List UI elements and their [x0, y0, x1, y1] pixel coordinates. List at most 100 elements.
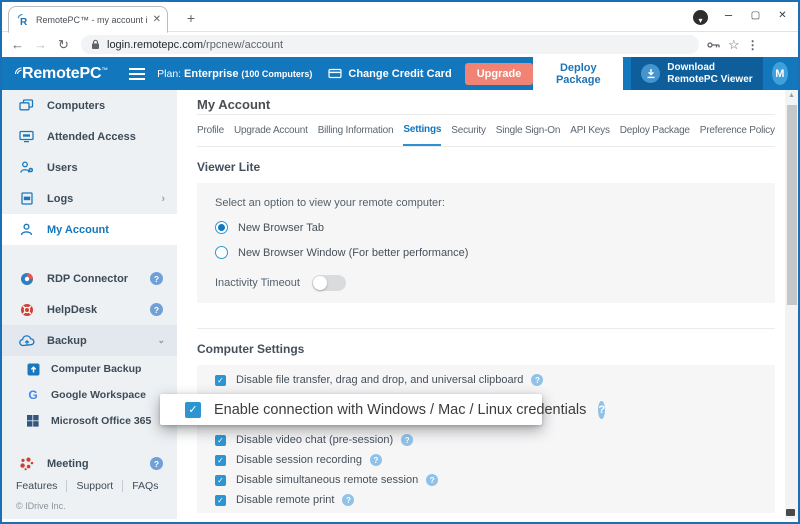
deploy-package-button[interactable]: Deploy Package: [533, 56, 623, 92]
browser-update-icon[interactable]: [693, 10, 708, 25]
helpdesk-help-icon[interactable]: [150, 303, 163, 316]
browser-tab[interactable]: R RemotePC™ - my account inform: [8, 6, 168, 33]
tab-api-keys[interactable]: API Keys: [570, 115, 610, 146]
logo-text: RemotePC: [22, 65, 101, 83]
sidebar-item-attended-access[interactable]: Attended Access: [2, 121, 177, 152]
sidebar-item-logs[interactable]: Logs: [2, 183, 177, 214]
sidebar-item-meeting[interactable]: Meeting: [2, 448, 177, 479]
account-avatar[interactable]: M: [772, 62, 788, 85]
highlighted-setting-card[interactable]: Enable connection with Windows / Mac / L…: [160, 394, 542, 425]
browser-window: R RemotePC™ - my account inform log: [0, 0, 800, 524]
reload-icon[interactable]: [52, 37, 75, 53]
helpdesk-icon: [18, 303, 35, 317]
browser-toolbar: login.remotepc.com/rpcnew/account: [2, 32, 798, 57]
change-credit-card-button[interactable]: Change Credit Card: [328, 68, 451, 80]
microsoft-icon: [26, 415, 40, 427]
rdp-connector-icon: [18, 272, 35, 286]
sidebar-footer: Features Support FAQs © IDrive Inc.: [2, 480, 177, 519]
upgrade-button[interactable]: Upgrade: [465, 63, 534, 85]
bookmark-star-icon[interactable]: [728, 37, 740, 53]
tab-billing-information[interactable]: Billing Information: [318, 115, 394, 146]
radio-selected-icon[interactable]: [215, 221, 228, 234]
tab-settings[interactable]: Settings: [403, 115, 441, 147]
radio-unselected-icon[interactable]: [215, 246, 228, 259]
remotepc-logo[interactable]: RemotePC ™: [14, 65, 108, 83]
close-button[interactable]: [769, 2, 796, 30]
sidebar-item-helpdesk[interactable]: HelpDesk: [2, 294, 177, 325]
main-content: My Account Profile Upgrade Account Billi…: [177, 90, 785, 519]
scroll-up-icon[interactable]: [785, 90, 798, 102]
sidebar-item-computer-backup[interactable]: Computer Backup: [2, 356, 177, 382]
lock-icon: [91, 39, 100, 50]
sidebar-item-microsoft-office-365[interactable]: Microsoft Office 365: [2, 408, 177, 434]
sidebar-item-rdp-connector[interactable]: RDP Connector: [2, 263, 177, 294]
features-link[interactable]: Features: [16, 480, 66, 492]
sidebar-item-my-account[interactable]: My Account: [2, 214, 177, 245]
tab-upgrade-account[interactable]: Upgrade Account: [234, 115, 308, 146]
tab-preference-policy[interactable]: Preference Policy: [700, 115, 775, 146]
radio-new-browser-window[interactable]: New Browser Window (For better performan…: [215, 246, 757, 259]
forward-icon[interactable]: [29, 37, 52, 52]
checkbox-checked-icon[interactable]: [215, 475, 226, 486]
download-viewer-button[interactable]: Download RemotePC Viewer: [631, 57, 762, 90]
tab-deploy-package[interactable]: Deploy Package: [620, 115, 690, 146]
chevron-right-icon: [161, 193, 165, 205]
checkbox-checked-icon[interactable]: [215, 495, 226, 506]
checkbox-checked-icon[interactable]: [215, 375, 226, 386]
password-key-icon[interactable]: [707, 40, 721, 50]
sidebar-item-backup[interactable]: Backup: [2, 325, 177, 356]
setting-row[interactable]: Disable video chat (pre-session): [215, 430, 757, 450]
setting-row[interactable]: Disable file transfer, drag and drop, an…: [215, 370, 757, 390]
setting-row[interactable]: Disable session recording: [215, 450, 757, 470]
page-scrollbar[interactable]: [785, 90, 798, 519]
tab-profile[interactable]: Profile: [197, 115, 224, 146]
logo-tm: ™: [101, 67, 108, 74]
minimize-button[interactable]: [715, 2, 742, 30]
rdp-help-icon[interactable]: [150, 272, 163, 285]
viewer-lite-heading: Viewer Lite: [197, 160, 775, 174]
maximize-button[interactable]: [742, 2, 769, 30]
google-icon: G: [26, 388, 40, 402]
back-icon[interactable]: [6, 37, 29, 52]
meeting-help-icon[interactable]: [150, 457, 163, 470]
setting-row[interactable]: Disable simultaneous remote session: [215, 470, 757, 490]
setting-help-icon[interactable]: [426, 474, 438, 486]
radio-new-browser-tab[interactable]: New Browser Tab: [215, 221, 757, 234]
meeting-icon: [18, 457, 35, 471]
setting-help-icon[interactable]: [401, 434, 413, 446]
window-controls: [715, 2, 796, 30]
logs-icon: [18, 192, 35, 205]
download-viewer-label: Download RemotePC Viewer: [667, 62, 752, 86]
setting-help-icon[interactable]: [531, 374, 543, 386]
checkbox-checked-icon[interactable]: [215, 435, 226, 446]
scrollbar-thumb[interactable]: [787, 105, 797, 305]
browser-menu-icon[interactable]: [747, 38, 759, 52]
chevron-down-icon: [157, 335, 165, 346]
new-tab-button[interactable]: [182, 10, 200, 28]
computer-settings-panel: Disable file transfer, drag and drop, an…: [197, 365, 775, 513]
setting-help-icon[interactable]: [598, 401, 605, 419]
menu-hamburger-icon[interactable]: [129, 68, 140, 80]
address-bar[interactable]: login.remotepc.com/rpcnew/account: [81, 35, 699, 54]
tab-security[interactable]: Security: [451, 115, 486, 146]
support-link[interactable]: Support: [67, 480, 122, 492]
account-tabs: Profile Upgrade Account Billing Informat…: [197, 115, 775, 147]
sidebar-item-google-workspace[interactable]: G Google Workspace: [2, 382, 177, 408]
setting-help-icon[interactable]: [342, 494, 354, 506]
setting-row[interactable]: Disable remote print: [215, 490, 757, 510]
checkbox-checked-icon[interactable]: [215, 455, 226, 466]
faqs-link[interactable]: FAQs: [123, 480, 167, 492]
download-icon: [641, 64, 660, 83]
close-tab-icon[interactable]: [153, 15, 161, 25]
sidebar-item-computers[interactable]: Computers: [2, 90, 177, 121]
inactivity-timeout-toggle[interactable]: [312, 275, 346, 291]
computer-settings-heading: Computer Settings: [197, 342, 775, 356]
svg-text:R: R: [20, 17, 28, 27]
checkbox-checked-icon[interactable]: [185, 402, 201, 418]
url-text: login.remotepc.com/rpcnew/account: [107, 39, 283, 51]
setting-help-icon[interactable]: [370, 454, 382, 466]
tab-single-sign-on[interactable]: Single Sign-On: [496, 115, 560, 146]
computers-icon: [18, 99, 35, 112]
sidebar-item-users[interactable]: Users: [2, 152, 177, 183]
viewer-option-prompt: Select an option to view your remote com…: [215, 197, 757, 209]
